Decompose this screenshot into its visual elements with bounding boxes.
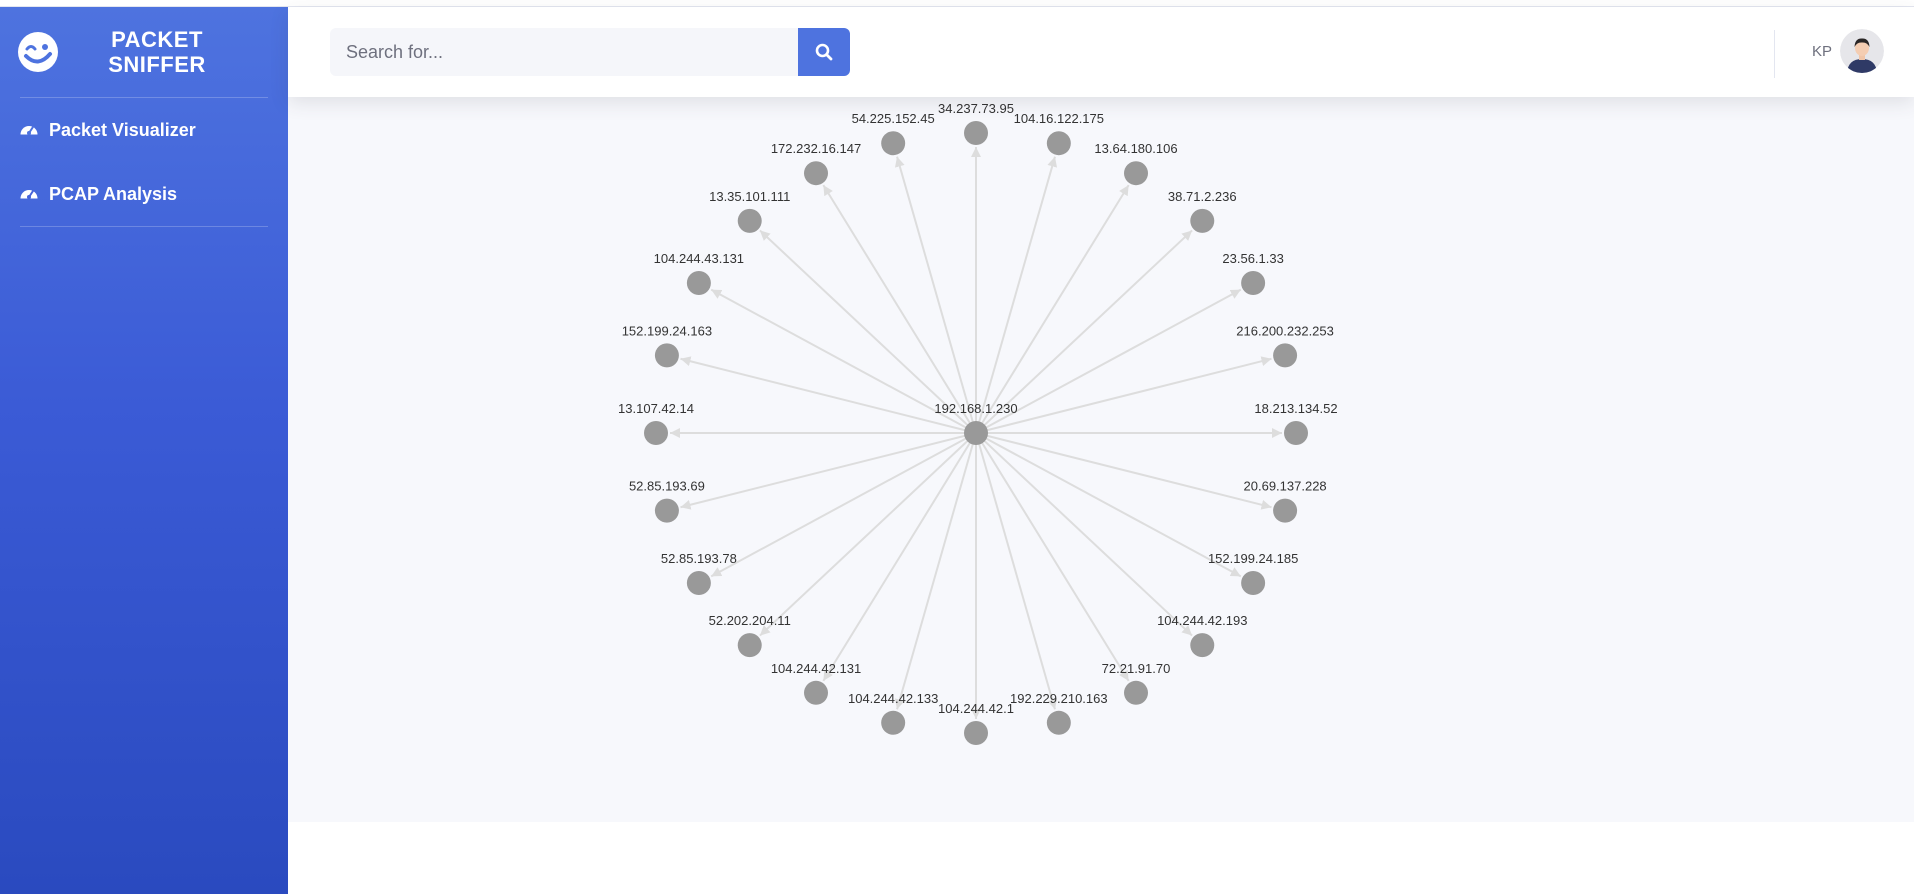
graph-node[interactable] — [881, 131, 906, 156]
graph-node-label: 52.85.193.69 — [629, 479, 705, 494]
search-input[interactable] — [330, 28, 798, 76]
graph-edge — [975, 432, 1242, 578]
graph-node-label: 104.244.42.193 — [1157, 613, 1247, 628]
graph-node-label: 104.244.43.131 — [654, 251, 744, 266]
graph-nodes: 34.237.73.95104.16.122.175 13.64.180.106 3… — [618, 101, 1338, 745]
graph-node[interactable] — [737, 208, 762, 233]
graph-node[interactable] — [881, 710, 906, 735]
brand-name-line1: PACKET — [111, 27, 203, 52]
graph-node[interactable] — [644, 421, 668, 445]
graph-edge — [680, 356, 977, 434]
tachometer-icon — [19, 119, 41, 141]
graph-node[interactable] — [964, 721, 988, 745]
graph-node[interactable] — [1241, 571, 1266, 595]
graph-node[interactable] — [1046, 131, 1071, 156]
graph-node[interactable] — [804, 680, 828, 705]
graph-node-label: 104.244.42.131 — [771, 661, 861, 676]
graph-node-label: 13.35.101.111 — [709, 189, 790, 204]
graph-node[interactable] — [1284, 421, 1308, 445]
sidebar-divider — [20, 226, 268, 227]
packet-network-graph[interactable]: 34.237.73.95104.16.122.175 13.64.180.106 3… — [288, 97, 1914, 822]
search-group — [330, 28, 850, 76]
graph-node-label: 18.213.134.52 — [1254, 401, 1337, 416]
tachometer-icon — [19, 183, 41, 205]
graph-node[interactable] — [1046, 710, 1071, 735]
sidebar-item-packet-visualizer[interactable]: Packet Visualizer — [0, 98, 288, 162]
graph-node-label: 172.232.16.147 — [771, 141, 861, 156]
search-button[interactable] — [798, 28, 850, 76]
graph-node-label: 72.21.91.70 — [1102, 661, 1171, 676]
graph-node-label: 20.69.137.228 — [1244, 479, 1327, 494]
graph-node-label: 152.199.24.185 — [1208, 551, 1298, 566]
graph-edge — [975, 356, 1272, 434]
graph-edge — [894, 432, 977, 710]
graph-node-label: 34.237.73.95 — [938, 101, 1014, 116]
graph-node[interactable] — [804, 161, 828, 186]
brand[interactable]: PACKET SNIFFER — [0, 7, 288, 97]
graph-node-label: 54.225.152.45 — [852, 111, 935, 126]
user-initials[interactable]: KP — [1812, 43, 1832, 60]
graph-node-label: 23.56.1.33 — [1222, 251, 1283, 266]
search-icon — [815, 43, 833, 61]
sidebar-item-pcap-analysis[interactable]: PCAP Analysis — [0, 162, 288, 226]
graph-node[interactable] — [1190, 633, 1215, 658]
packet-graph-panel: 34.237.73.95 104.16.122.175 13.64.180.106 3… — [288, 97, 1914, 822]
graph-edge — [822, 184, 977, 434]
graph-node[interactable] — [1124, 161, 1148, 186]
graph-edge — [680, 432, 977, 510]
graph-node-label: 104.244.42.133 — [848, 691, 938, 706]
sidebar-item-label: PCAP Analysis — [49, 183, 178, 204]
graph-node[interactable] — [1124, 680, 1148, 705]
graph-node-label: 216.200.232.253 — [1236, 323, 1334, 338]
graph-node[interactable] — [1241, 271, 1266, 295]
graph-center-node[interactable] — [964, 421, 988, 445]
graph-node-label: 104.244.42.1 — [938, 701, 1014, 716]
graph-node-label: 104.16.122.175 — [1014, 111, 1104, 126]
graph-edge — [975, 432, 1272, 510]
graph-node-label: 13.107.42.14 — [618, 401, 694, 416]
brand-name-line2: SNIFFER — [108, 52, 206, 77]
graph-node[interactable] — [654, 498, 679, 523]
graph-node-label: 13.64.180.106 — [1094, 141, 1177, 156]
graph-node[interactable] — [654, 343, 679, 368]
graph-node-label: 38.71.2.236 — [1168, 189, 1237, 204]
graph-node-label: 52.85.193.78 — [661, 551, 737, 566]
brand-name: PACKET SNIFFER — [82, 27, 232, 77]
graph-node-label: 192.229.210.163 — [1010, 691, 1108, 706]
smiley-wink-icon — [18, 32, 58, 72]
graph-node-label: 152.199.24.163 — [622, 323, 712, 338]
topbar-divider — [1774, 30, 1775, 78]
graph-edge — [894, 156, 977, 434]
graph-node[interactable] — [1273, 343, 1298, 368]
graph-node[interactable] — [964, 121, 988, 145]
graph-edge — [975, 432, 1058, 710]
graph-edge — [975, 432, 1130, 682]
graph-edge — [975, 184, 1130, 434]
graph-edge — [975, 156, 1058, 434]
graph-edge — [975, 432, 1193, 637]
sidebar: PACKET SNIFFER Packet Visualizer PCAP An… — [0, 7, 288, 894]
graph-edge — [710, 432, 977, 578]
topbar: KP — [288, 7, 1914, 97]
graph-node[interactable] — [737, 633, 762, 658]
graph-edge — [759, 432, 977, 637]
user-avatar[interactable] — [1840, 29, 1884, 73]
graph-edge — [822, 432, 977, 682]
graph-node-label: 52.202.204.11 — [709, 613, 791, 628]
graph-node[interactable] — [686, 271, 711, 295]
sidebar-item-label: Packet Visualizer — [49, 119, 196, 140]
graph-node[interactable] — [1190, 208, 1215, 233]
graph-node[interactable] — [686, 571, 711, 595]
graph-node[interactable] — [1273, 498, 1298, 523]
graph-center-label: 192.168.1.230 — [934, 401, 1017, 416]
